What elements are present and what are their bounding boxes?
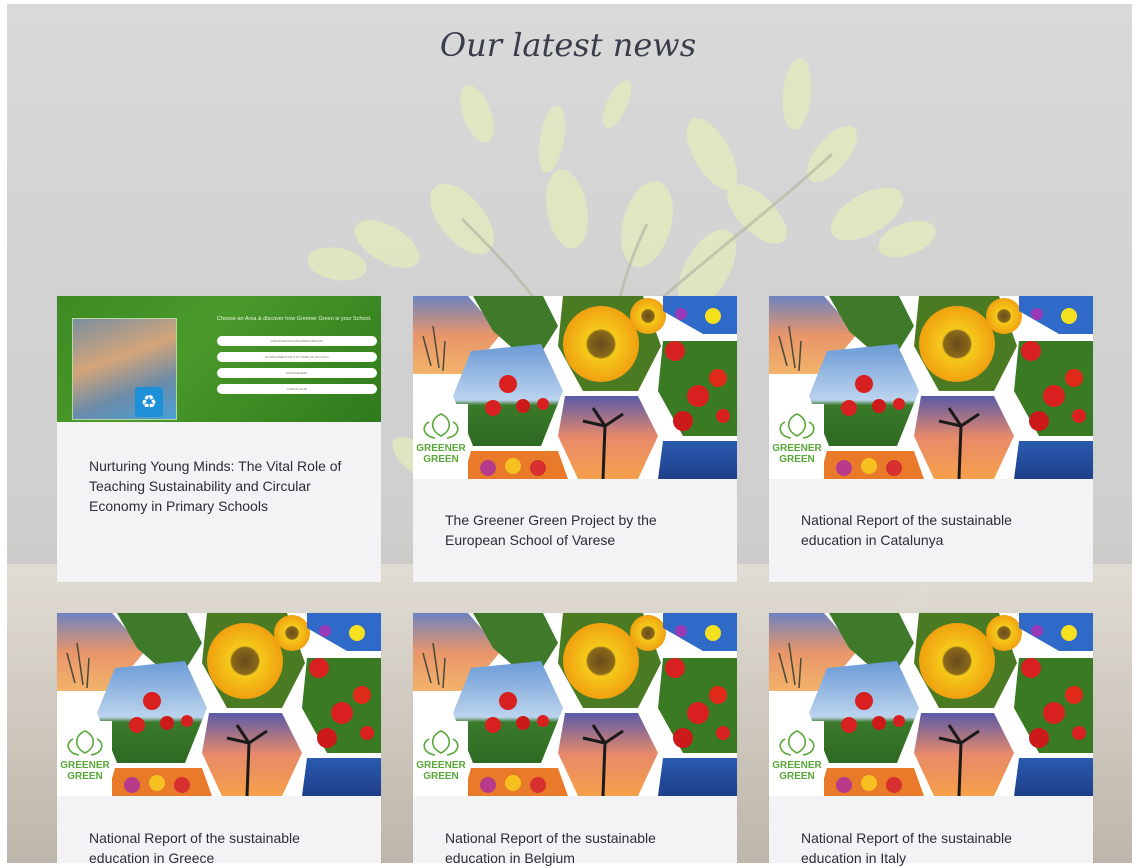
logo-line2: GREEN bbox=[779, 771, 815, 782]
card-image[interactable]: GREENER GREEN bbox=[57, 613, 381, 796]
logo-line2: GREEN bbox=[423, 454, 459, 465]
promo-option: CURRICULUM bbox=[217, 384, 377, 394]
card-image[interactable]: GREENER GREEN bbox=[769, 613, 1093, 796]
logo-line1: GREENER bbox=[60, 760, 110, 771]
news-card[interactable]: GREENER GREEN National Report of the sus… bbox=[769, 613, 1093, 866]
news-card[interactable]: ♻ Choose an Area & discover how Greener … bbox=[57, 296, 381, 582]
logo-line1: GREENER bbox=[772, 760, 822, 771]
card-title[interactable]: National Report of the sustainable educa… bbox=[801, 510, 1071, 550]
logo-line2: GREEN bbox=[67, 771, 103, 782]
card-title[interactable]: Nurturing Young Minds: The Vital Role of… bbox=[89, 456, 359, 516]
promo-banner: ♻ Choose an Area & discover how Greener … bbox=[57, 296, 381, 422]
children-photo: ♻ bbox=[72, 318, 177, 420]
logo-line1: GREENER bbox=[416, 443, 466, 454]
logo-line2: GREEN bbox=[423, 771, 459, 782]
promo-option: ORGANIZATION AND PARTICIPATION bbox=[217, 336, 377, 346]
news-card[interactable]: GREENER GREEN National Report of the sus… bbox=[57, 613, 381, 866]
card-image[interactable]: GREENER GREEN bbox=[413, 613, 737, 796]
section-title: Our latest news bbox=[439, 26, 697, 64]
news-card[interactable]: GREENER GREEN National Report of the sus… bbox=[413, 613, 737, 866]
card-title[interactable]: National Report of the sustainable educa… bbox=[801, 828, 1071, 868]
logo-line1: GREENER bbox=[772, 443, 822, 454]
promo-heading: Choose an Area & discover how Greener Gr… bbox=[217, 316, 372, 322]
promo-option: ENVIRONMENT (IN & OUTSIDE OF SCHOOL) bbox=[217, 352, 377, 362]
news-card[interactable]: GREENER GREEN National Report of the sus… bbox=[769, 296, 1093, 582]
card-image[interactable]: GREENER GREEN bbox=[769, 296, 1093, 479]
news-card[interactable]: GREENER GREEN The Greener Green Project … bbox=[413, 296, 737, 582]
recycle-icon: ♻ bbox=[135, 387, 163, 417]
card-image[interactable]: GREENER GREEN bbox=[413, 296, 737, 479]
logo-line2: GREEN bbox=[779, 454, 815, 465]
card-title[interactable]: The Greener Green Project by the Europea… bbox=[445, 510, 715, 550]
card-title[interactable]: National Report of the sustainable educa… bbox=[89, 828, 359, 868]
logo-line1: GREENER bbox=[416, 760, 466, 771]
promo-option: MANAGEMENT bbox=[217, 368, 377, 378]
card-title[interactable]: National Report of the sustainable educa… bbox=[445, 828, 715, 868]
card-image[interactable]: ♻ Choose an Area & discover how Greener … bbox=[57, 296, 381, 422]
